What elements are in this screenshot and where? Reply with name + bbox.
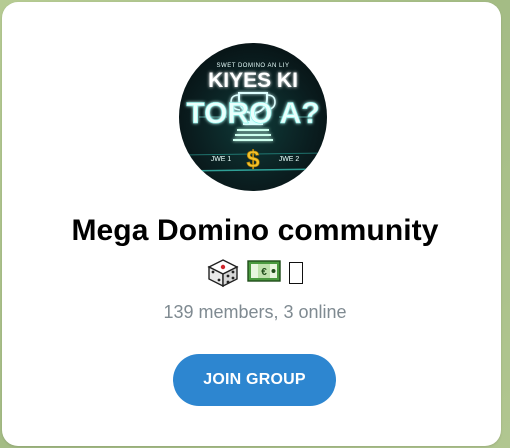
svg-text:TORO A?: TORO A? — [186, 97, 319, 130]
svg-text:€: € — [261, 267, 267, 278]
group-name: Mega Domino community — [71, 214, 439, 247]
svg-text:$: $ — [246, 146, 260, 173]
missing-glyph-icon — [289, 262, 303, 284]
svg-text:KIYES KI: KIYES KI — [208, 69, 298, 92]
money-icon: € — [247, 258, 281, 288]
svg-text:JWE 2: JWE 2 — [279, 156, 300, 163]
svg-text:JWE 1: JWE 1 — [211, 156, 232, 163]
join-group-button[interactable]: JOIN GROUP — [173, 354, 336, 406]
group-avatar: SWET DOMINO AN LIY KIYES KI TORO A? JWE … — [179, 43, 327, 191]
members-count: 139 members, 3 online — [163, 302, 347, 322]
group-emoji-row: € — [0, 258, 510, 288]
dice-icon — [207, 258, 239, 288]
